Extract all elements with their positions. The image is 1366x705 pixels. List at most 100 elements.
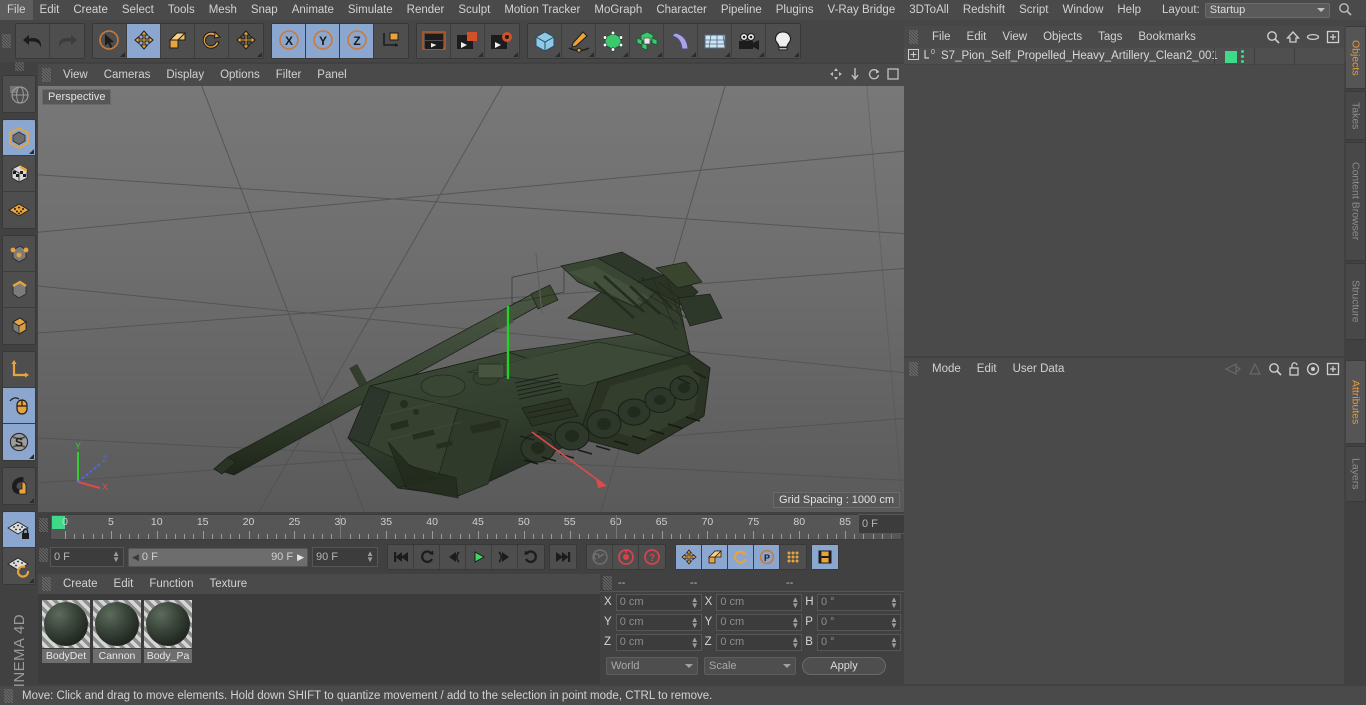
snap-rotate-icon[interactable]	[3, 548, 35, 584]
attributes-content[interactable]	[904, 380, 1344, 684]
material-preview[interactable]	[42, 600, 90, 648]
light-bulb-button[interactable]	[766, 24, 800, 58]
pan-icon[interactable]	[829, 67, 843, 81]
spinner-icon[interactable]: ▲▼	[691, 595, 699, 609]
tag-dots-icon[interactable]	[1241, 50, 1244, 63]
redo-button[interactable]	[50, 24, 84, 58]
step-back-button[interactable]	[440, 545, 466, 569]
viewport-menu-cameras[interactable]: Cameras	[96, 64, 159, 86]
spinner-icon[interactable]: ▲▼	[366, 550, 374, 564]
deformer-button[interactable]	[630, 24, 664, 58]
spinner-icon[interactable]: ▲▼	[691, 615, 699, 629]
menu-item-script[interactable]: Script	[1012, 0, 1055, 20]
object-tag-cell[interactable]	[1214, 48, 1254, 65]
play-reverse-loop-button[interactable]	[414, 545, 440, 569]
menu-item-character[interactable]: Character	[649, 0, 714, 20]
spinner-icon[interactable]: ▲▼	[791, 635, 799, 649]
menu-item-render[interactable]: Render	[400, 0, 452, 20]
rotate-tool-button[interactable]	[195, 24, 229, 58]
search-icon[interactable]	[1268, 362, 1282, 376]
timeline-ruler[interactable]: 051015202530354045505560657075808590	[50, 514, 902, 540]
attributes-gripper[interactable]	[909, 362, 918, 376]
scale-lock-icon[interactable]: S	[3, 424, 35, 460]
coordinates-gripper[interactable]	[603, 575, 612, 590]
menu-item-help[interactable]: Help	[1110, 0, 1148, 20]
material-item[interactable]: BodyDet	[42, 600, 90, 678]
play-button[interactable]	[466, 545, 492, 569]
scale-tool-button[interactable]	[161, 24, 195, 58]
layout-select[interactable]: Startup	[1204, 2, 1330, 18]
mouse-mode-icon[interactable]	[3, 388, 35, 424]
object-menu-edit[interactable]: Edit	[959, 26, 995, 48]
viewport-menu-panel[interactable]: Panel	[309, 64, 354, 86]
plus-box-icon[interactable]	[1326, 30, 1340, 44]
range-right-arrow-icon[interactable]: ▶	[297, 552, 304, 563]
axis-y-button[interactable]: Y	[306, 24, 340, 58]
coord-rot-field[interactable]: 0 ° ▲ ▼	[816, 613, 901, 631]
material-menu-function[interactable]: Function	[141, 574, 201, 594]
record-key-button[interactable]	[587, 545, 613, 569]
key-rotation-button[interactable]	[728, 545, 754, 569]
coordinate-mode-select[interactable]: Scale	[704, 657, 796, 675]
menu-item-simulate[interactable]: Simulate	[341, 0, 400, 20]
material-tag-icon[interactable]	[1225, 50, 1237, 63]
camera-button[interactable]	[732, 24, 766, 58]
object-extra-cell-2[interactable]	[1294, 48, 1334, 65]
menu-item-file[interactable]: File	[0, 0, 33, 20]
object-row[interactable]: 0 S7_Pion_Self_Propelled_Heavy_Artillery_…	[904, 48, 1344, 65]
cube-primitive-button[interactable]	[528, 24, 562, 58]
coord-pos-field[interactable]: 0 cm ▲ ▼	[615, 593, 702, 611]
undo-button[interactable]	[16, 24, 50, 58]
search-icon[interactable]	[1338, 2, 1352, 19]
end-frame-field[interactable]: 90 F ▲ ▼	[312, 547, 378, 567]
go-to-start-button[interactable]	[388, 545, 414, 569]
material-gripper[interactable]	[42, 577, 51, 591]
menu-item-mesh[interactable]: Mesh	[202, 0, 244, 20]
key-param-button[interactable]: P	[754, 545, 780, 569]
polygon-mode-icon[interactable]	[3, 308, 35, 344]
material-menu-create[interactable]: Create	[55, 574, 106, 594]
material-preview[interactable]	[144, 600, 192, 648]
menu-item-edit[interactable]: Edit	[33, 0, 67, 20]
coord-size-field[interactable]: 0 cm ▲ ▼	[716, 613, 803, 631]
menu-item-create[interactable]: Create	[66, 0, 115, 20]
viewport-gripper[interactable]	[42, 68, 51, 82]
menu-item-motion-tracker[interactable]: Motion Tracker	[497, 0, 587, 20]
select-tool-button[interactable]	[93, 24, 127, 58]
spinner-icon[interactable]: ▲▼	[791, 615, 799, 629]
generator-button[interactable]	[596, 24, 630, 58]
rotate-view-icon[interactable]	[867, 67, 881, 81]
keyframe-selection-button[interactable]: ?	[639, 545, 665, 569]
spinner-icon[interactable]: ▲▼	[791, 595, 799, 609]
menu-item-window[interactable]: Window	[1055, 0, 1110, 20]
workplane-icon[interactable]	[3, 192, 35, 228]
coord-rot-field[interactable]: 0 ° ▲ ▼	[816, 633, 901, 651]
object-menu-bookmarks[interactable]: Bookmarks	[1130, 26, 1204, 48]
material-item[interactable]: Cannon	[93, 600, 141, 678]
coordinate-system-select[interactable]: World	[606, 657, 698, 675]
left-toolbar-gripper[interactable]	[14, 62, 24, 71]
axis-x-button[interactable]: X	[272, 24, 306, 58]
coord-rot-field[interactable]: 0 ° ▲ ▼	[816, 593, 901, 611]
material-preview[interactable]	[93, 600, 141, 648]
maximize-view-icon[interactable]	[886, 67, 900, 81]
right-tab-structure[interactable]: Structure	[1346, 263, 1366, 340]
viewport-menu-view[interactable]: View	[55, 64, 96, 86]
menu-item-redshift[interactable]: Redshift	[956, 0, 1012, 20]
status-gripper[interactable]	[4, 688, 13, 703]
magnet-icon[interactable]	[3, 468, 35, 504]
spinner-icon[interactable]: ▲▼	[691, 635, 699, 649]
material-menu-edit[interactable]: Edit	[106, 574, 142, 594]
material-item[interactable]: Body_Pa	[144, 600, 192, 678]
menu-item-mograph[interactable]: MoGraph	[587, 0, 649, 20]
history-forward-icon[interactable]	[1248, 362, 1262, 376]
right-tab-content-browser[interactable]: Content Browser	[1346, 142, 1366, 261]
world-axis-button[interactable]	[374, 24, 408, 58]
apply-button[interactable]: Apply	[802, 657, 886, 675]
timeline-gripper[interactable]	[39, 518, 48, 532]
mograph-grid-button[interactable]	[698, 24, 732, 58]
bend-deformer-button[interactable]	[664, 24, 698, 58]
attributes-menu-edit[interactable]: Edit	[969, 358, 1005, 380]
attributes-menu-user-data[interactable]: User Data	[1005, 358, 1073, 380]
go-to-end-button[interactable]	[550, 545, 576, 569]
